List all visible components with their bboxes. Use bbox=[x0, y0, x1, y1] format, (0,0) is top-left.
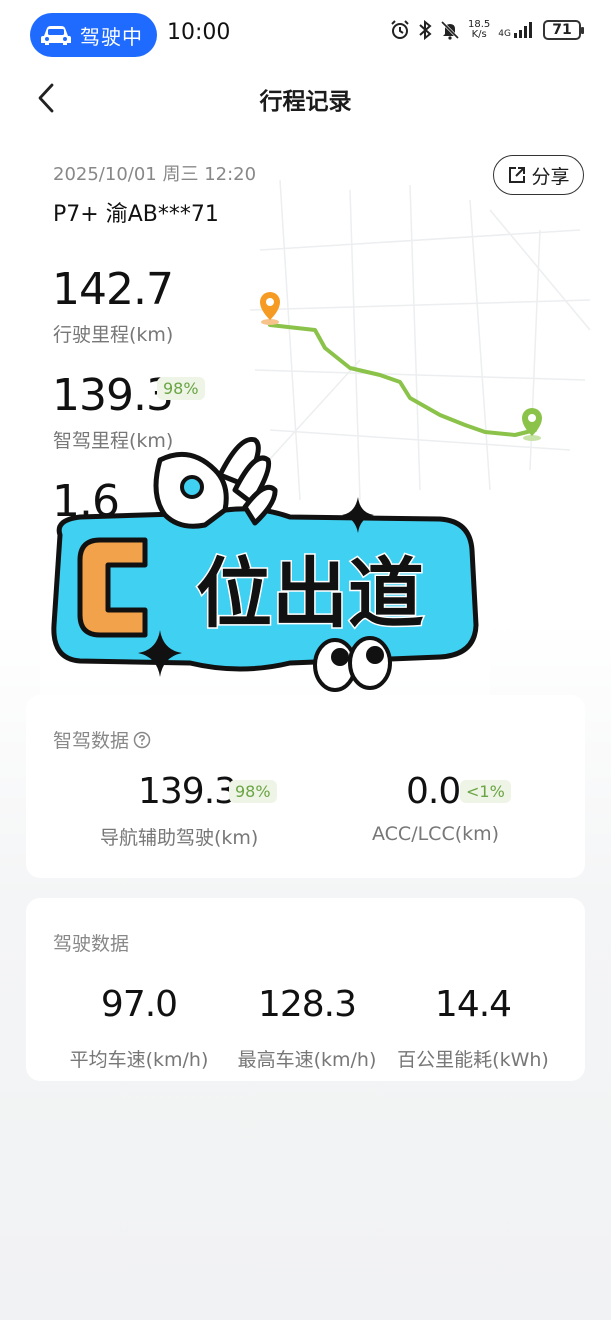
driving-data-card: 驾驶数据 97.0 平均车速(km/h) 128.3 最高车速(km/h) 14… bbox=[26, 898, 585, 1081]
smart-driving-card: 智驾数据 139.3 98% 导航辅助驾驶(km) 0.0 <1% ACC/LC… bbox=[26, 695, 585, 878]
nav-assist-pct-badge: 98% bbox=[229, 780, 277, 803]
smart-distance-pct-badge: 98% bbox=[157, 377, 205, 400]
status-bar: 驾驶中 10:00 18.5 K/s 4G 71 bbox=[0, 0, 611, 70]
energy-consumption-value: 14.4 bbox=[434, 984, 512, 1025]
acc-lcc-value: 0.0 bbox=[406, 771, 461, 812]
bluetooth-icon bbox=[419, 20, 432, 40]
acc-lcc-pct-badge: <1% bbox=[460, 780, 511, 803]
route-line bbox=[268, 323, 537, 437]
car-icon bbox=[41, 26, 71, 45]
status-icons: 18.5 K/s 4G 71 bbox=[390, 19, 584, 40]
sticker-text: 位出道 bbox=[196, 549, 424, 638]
smart-distance-value: 139.3 bbox=[52, 370, 174, 421]
smart-card-title: 智驾数据 bbox=[53, 726, 151, 753]
mute-bell-icon bbox=[440, 20, 460, 40]
end-pin-icon bbox=[522, 408, 542, 441]
start-pin-icon bbox=[260, 292, 280, 325]
vehicle-plate: P7+ 渝AB***71 bbox=[53, 202, 219, 227]
page-title: 行程记录 bbox=[259, 89, 352, 115]
acc-lcc-label: ACC/LCC(km) bbox=[372, 823, 500, 845]
battery-indicator: 71 bbox=[543, 20, 584, 40]
total-distance-label: 行驶里程(km) bbox=[53, 324, 174, 346]
signal-icon bbox=[514, 22, 532, 38]
ok-hand-icon bbox=[153, 436, 278, 529]
nav-assist-label: 导航辅助驾驶(km) bbox=[100, 827, 259, 849]
driving-status-label: 驾驶中 bbox=[80, 24, 143, 49]
status-time: 10:00 bbox=[167, 20, 231, 45]
signal-indicator: 4G bbox=[498, 21, 535, 39]
max-speed-value: 128.3 bbox=[257, 984, 357, 1025]
trip-date: 2025/10/01 周三 12:20 bbox=[53, 164, 257, 185]
net-speed: 18.5 K/s bbox=[468, 19, 491, 40]
avg-speed-value: 97.0 bbox=[100, 984, 178, 1025]
smart-card-title-text: 智驾数据 bbox=[53, 730, 130, 752]
alarm-icon bbox=[391, 20, 409, 39]
help-icon[interactable] bbox=[133, 731, 151, 749]
max-speed-label: 最高车速(km/h) bbox=[237, 1049, 377, 1071]
avg-speed-label: 平均车速(km/h) bbox=[69, 1049, 209, 1071]
driving-card-title: 驾驶数据 bbox=[53, 933, 130, 955]
network-type: 4G bbox=[498, 29, 511, 39]
energy-consumption-label: 百公里能耗(kWh) bbox=[397, 1049, 549, 1071]
c-position-sticker: 位出道 bbox=[40, 436, 490, 700]
nav-assist-value: 139.3 bbox=[138, 771, 237, 812]
driving-status-pill[interactable]: 驾驶中 bbox=[30, 13, 157, 57]
total-distance-value: 142.7 bbox=[52, 264, 174, 315]
